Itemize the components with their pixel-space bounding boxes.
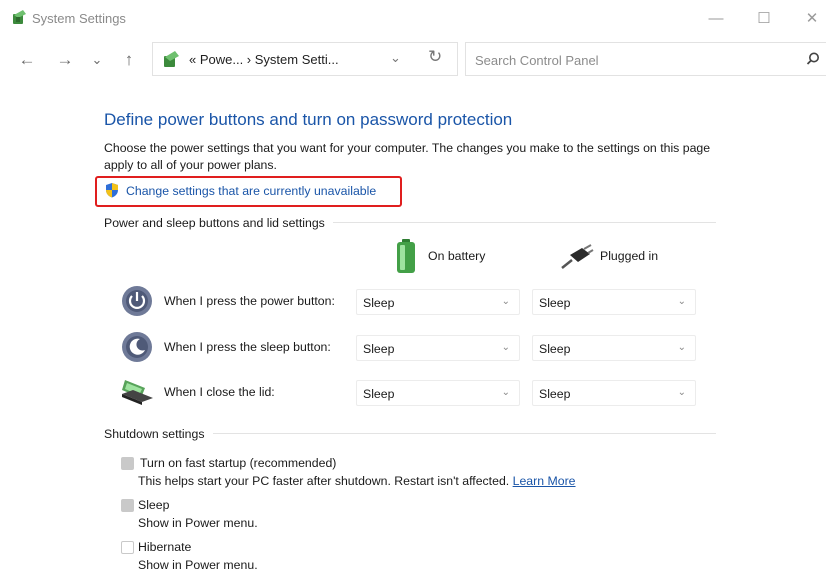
sleep-button-plugged-select[interactable]: Sleep ⌄ xyxy=(532,335,696,361)
maximize-button[interactable]: ☐ xyxy=(746,6,782,30)
select-value: Sleep xyxy=(363,296,395,310)
window-title: System Settings xyxy=(32,11,126,26)
chevron-down-icon: ⌄ xyxy=(501,387,510,398)
close-lid-plugged-select[interactable]: Sleep ⌄ xyxy=(532,380,696,406)
learn-more-link[interactable]: Learn More xyxy=(513,474,576,488)
fast-startup-help-text: This helps start your PC faster after sh… xyxy=(138,474,510,488)
control-panel-icon xyxy=(164,51,179,67)
sleep-button-battery-select[interactable]: Sleep ⌄ xyxy=(356,335,520,361)
select-value: Sleep xyxy=(539,387,571,401)
breadcrumb[interactable]: « Powe... › System Setti... xyxy=(189,52,339,67)
address-bar[interactable]: « Powe... › System Setti... ⌄ ↻ xyxy=(152,42,458,76)
select-value: Sleep xyxy=(363,387,395,401)
on-battery-header: On battery xyxy=(428,249,486,263)
search-icon[interactable] xyxy=(805,51,821,67)
control-panel-app-icon xyxy=(13,10,26,24)
forward-button[interactable]: → xyxy=(54,48,76,72)
select-value: Sleep xyxy=(539,296,571,310)
up-button[interactable]: ↑ xyxy=(118,48,140,72)
select-value: Sleep xyxy=(363,342,395,356)
power-button-battery-select[interactable]: Sleep ⌄ xyxy=(356,289,520,315)
sleep-button-label: When I press the sleep button: xyxy=(164,340,331,354)
refresh-icon[interactable]: ↻ xyxy=(428,47,442,67)
address-dropdown-icon[interactable]: ⌄ xyxy=(390,50,401,66)
recent-locations-button[interactable]: ⌄ xyxy=(86,48,108,72)
chevron-down-icon: ⌄ xyxy=(501,342,510,353)
hibernate-option-label: Hibernate xyxy=(138,540,192,554)
hibernate-option-description: Show in Power menu. xyxy=(138,558,258,572)
close-button[interactable]: ✕ xyxy=(794,6,826,30)
power-section-title: Power and sleep buttons and lid settings xyxy=(104,216,333,230)
battery-icon xyxy=(397,239,415,273)
shutdown-section-title: Shutdown settings xyxy=(104,427,213,441)
sleep-checkbox[interactable] xyxy=(121,499,134,512)
power-button-label: When I press the power button: xyxy=(164,294,335,308)
sleep-button-icon xyxy=(122,332,152,362)
power-button-icon xyxy=(122,286,152,316)
chevron-down-icon: ⌄ xyxy=(677,296,686,307)
select-value: Sleep xyxy=(539,342,571,356)
search-input[interactable]: Search Control Panel xyxy=(475,53,599,68)
search-box[interactable]: Search Control Panel xyxy=(465,42,826,76)
hibernate-checkbox[interactable] xyxy=(121,541,134,554)
plugged-in-header: Plugged in xyxy=(600,249,659,263)
sleep-option-label: Sleep xyxy=(138,498,170,512)
fast-startup-label: Turn on fast startup (recommended) xyxy=(140,456,337,470)
page-title: Define power buttons and turn on passwor… xyxy=(104,110,513,129)
fast-startup-checkbox[interactable] xyxy=(121,457,134,470)
fast-startup-description: This helps start your PC faster after sh… xyxy=(138,474,576,488)
uac-shield-icon xyxy=(106,183,118,198)
minimize-button[interactable]: — xyxy=(698,6,734,30)
chevron-down-icon: ⌄ xyxy=(501,296,510,307)
close-lid-battery-select[interactable]: Sleep ⌄ xyxy=(356,380,520,406)
laptop-lid-icon xyxy=(122,380,153,405)
close-lid-label: When I close the lid: xyxy=(164,385,275,399)
change-settings-link[interactable]: Change settings that are currently unava… xyxy=(126,184,376,198)
chevron-down-icon: ⌄ xyxy=(677,342,686,353)
sleep-option-description: Show in Power menu. xyxy=(138,516,258,530)
power-button-plugged-select[interactable]: Sleep ⌄ xyxy=(532,289,696,315)
power-plug-icon xyxy=(561,244,594,269)
back-button[interactable]: ← xyxy=(16,48,38,72)
page-description: Choose the power settings that you want … xyxy=(104,141,711,172)
chevron-down-icon: ⌄ xyxy=(677,387,686,398)
